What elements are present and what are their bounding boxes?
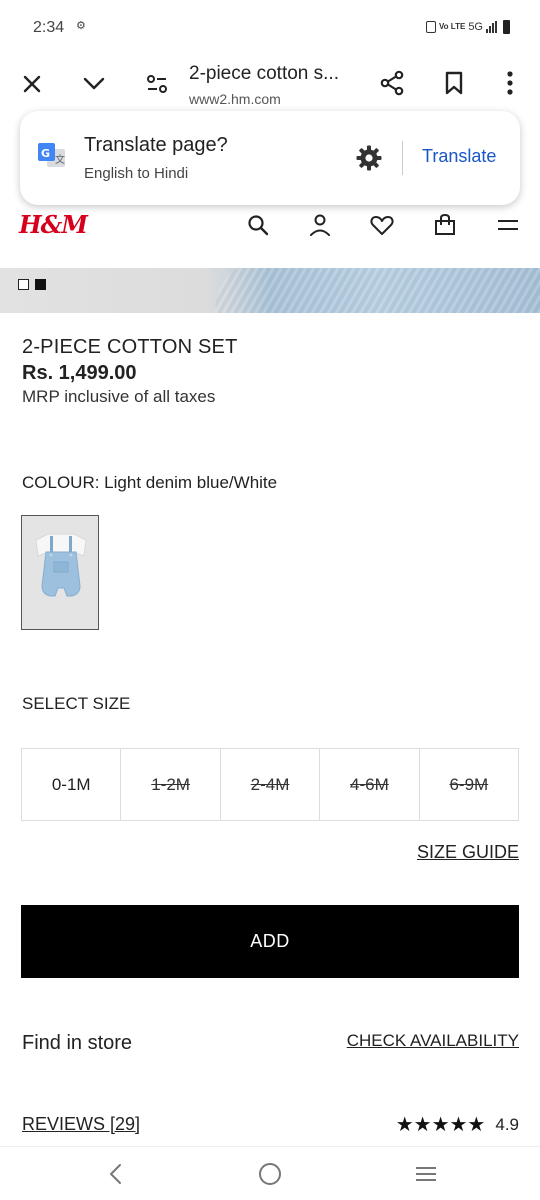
- select-size-heading: SELECT SIZE: [22, 694, 131, 713]
- size-guide-link[interactable]: SIZE GUIDE: [417, 842, 519, 863]
- status-icons: Vo LTE 5G: [425, 20, 510, 34]
- size-selector: 0-1M 1-2M 2-4M 4-6M 6-9M: [21, 748, 519, 821]
- denim-texture: [215, 268, 540, 313]
- shopping-bag-icon[interactable]: [432, 212, 458, 238]
- translate-languages[interactable]: English to Hindi: [84, 165, 188, 182]
- outfit-thumbnail: [22, 516, 98, 629]
- menu-icon[interactable]: [495, 212, 521, 238]
- svg-text:文: 文: [55, 153, 65, 166]
- bookmark-icon[interactable]: [440, 68, 468, 98]
- image-indicator-filled-icon[interactable]: [35, 279, 46, 290]
- network-type: 5G: [468, 21, 483, 33]
- add-button-label: ADD: [250, 931, 290, 951]
- chevron-down-icon[interactable]: [80, 70, 108, 98]
- colour-label: COLOUR: Light denim blue/White: [22, 473, 278, 492]
- settings-notification-icon: ⚙: [76, 20, 86, 32]
- home-icon[interactable]: [240, 1147, 300, 1200]
- product-price: Rs. 1,499.00: [22, 362, 137, 384]
- share-icon[interactable]: [377, 68, 407, 98]
- vibrate-icon: [425, 21, 436, 33]
- size-option-1-2m[interactable]: 1-2M: [121, 749, 221, 820]
- battery-icon: [503, 20, 510, 34]
- volte-label: Vo LTE: [438, 22, 466, 31]
- back-icon[interactable]: [85, 1147, 145, 1200]
- brand-logo[interactable]: H&M: [19, 210, 88, 239]
- status-time: 2:34: [33, 19, 65, 36]
- signal-icon: [486, 21, 497, 33]
- translate-prompt: 文 G Translate page? English to Hindi Tra…: [20, 111, 520, 205]
- page-info-icon[interactable]: [143, 70, 171, 98]
- product-image[interactable]: [0, 268, 540, 313]
- rating[interactable]: ★★★★★ 4.9: [396, 1112, 519, 1137]
- add-to-bag-button[interactable]: ADD: [21, 905, 519, 978]
- rating-value: 4.9: [495, 1114, 519, 1134]
- size-label: 1-2M: [151, 774, 190, 794]
- find-in-store-label: Find in store: [22, 1032, 133, 1054]
- gear-icon[interactable]: [355, 144, 383, 172]
- tax-note: MRP inclusive of all taxes: [22, 387, 216, 406]
- check-availability-link[interactable]: CHECK AVAILABILITY: [347, 1031, 519, 1051]
- page-title[interactable]: 2-piece cotton s...: [189, 63, 339, 85]
- size-option-4-6m[interactable]: 4-6M: [320, 749, 420, 820]
- google-translate-icon: 文 G: [38, 143, 66, 171]
- size-label: 4-6M: [350, 774, 389, 794]
- size-option-0-1m[interactable]: 0-1M: [22, 749, 122, 820]
- size-option-6-9m[interactable]: 6-9M: [420, 749, 518, 820]
- reviews-link[interactable]: REVIEWS [29]: [22, 1114, 140, 1135]
- close-icon[interactable]: [18, 70, 46, 98]
- status-bar: 2:34 ⚙ Vo LTE 5G: [0, 0, 540, 56]
- size-label: 6-9M: [449, 774, 489, 794]
- divider: [402, 141, 403, 175]
- favorites-heart-icon[interactable]: [369, 212, 395, 238]
- size-label: 2-4M: [250, 774, 290, 794]
- more-vert-icon[interactable]: [500, 68, 520, 98]
- translate-title: Translate page?: [84, 134, 228, 156]
- search-icon[interactable]: [245, 212, 271, 238]
- page-url[interactable]: www2.hm.com: [189, 91, 281, 107]
- svg-text:G: G: [41, 147, 50, 160]
- image-indicator-empty-icon[interactable]: [18, 279, 29, 290]
- recent-apps-icon[interactable]: [396, 1147, 456, 1200]
- system-nav-bar: [0, 1146, 540, 1200]
- size-option-2-4m[interactable]: 2-4M: [221, 749, 321, 820]
- size-label: 0-1M: [51, 774, 91, 794]
- account-icon[interactable]: [307, 212, 333, 238]
- star-rating-icon: ★★★★★: [395, 1114, 486, 1136]
- product-name: 2-PIECE COTTON SET: [22, 336, 238, 358]
- translate-button[interactable]: Translate: [422, 146, 496, 167]
- colour-swatch[interactable]: [21, 515, 99, 630]
